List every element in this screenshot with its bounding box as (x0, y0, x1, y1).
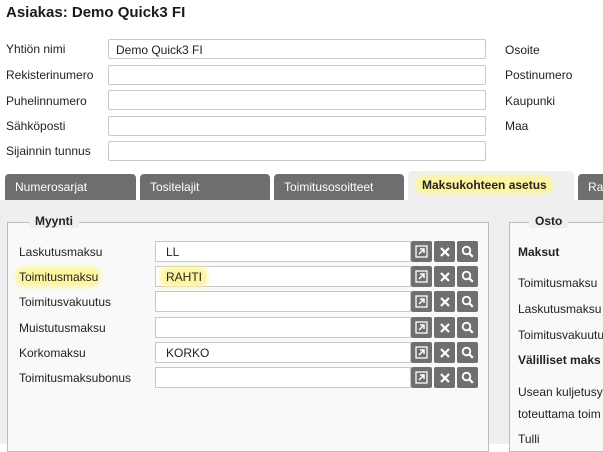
myynti-legend: Myynti (29, 214, 80, 228)
open-button[interactable] (411, 266, 432, 287)
location-id-label: Sijainnin tunnus (6, 144, 91, 158)
delivery-fee-input[interactable]: RAHTI (155, 266, 411, 287)
search-button[interactable] (457, 266, 478, 287)
postal-code-label: Postinumero (505, 68, 573, 82)
search-icon (461, 295, 474, 308)
search-icon (461, 371, 474, 384)
delivery-insurance-input[interactable] (155, 291, 411, 312)
delivery-fee-bonus-value (163, 371, 169, 385)
email-input[interactable] (108, 116, 486, 136)
tab-numerosarjat[interactable]: Numerosarjat (5, 174, 136, 200)
open-button[interactable] (411, 342, 432, 363)
clear-button[interactable] (434, 367, 455, 388)
tab-label: Maksukohteen asetus (418, 178, 551, 192)
registration-number-input[interactable] (108, 65, 486, 85)
tab-label: Toimitusosoitteet (284, 180, 374, 194)
page-title: Asiakas: Demo Quick3 FI (6, 4, 186, 21)
search-button[interactable] (457, 367, 478, 388)
city-label: Kaupunki (505, 94, 556, 108)
delivery-fee-value: RAHTI (163, 270, 205, 284)
osto-invoicing-fee-label: Laskutusmaksu (518, 302, 602, 316)
open-icon (415, 371, 428, 384)
tab-label: Numerosarjat (15, 180, 88, 194)
clear-button[interactable] (434, 342, 455, 363)
open-icon (415, 346, 428, 359)
search-button[interactable] (457, 342, 478, 363)
open-button[interactable] (411, 291, 432, 312)
email-label: Sähköposti (6, 119, 66, 133)
tab-ra[interactable]: Ra (578, 174, 603, 200)
osto-maksut-heading: Maksut (518, 245, 560, 259)
reminder-fee-label: Muistutusmaksu (19, 321, 106, 335)
osto-multi-carrier-label-cont: toteuttama toim (518, 407, 601, 421)
osto-legend: Osto (529, 214, 569, 228)
open-button[interactable] (411, 317, 432, 338)
phone-number-label: Puhelinnumero (6, 94, 87, 108)
registration-number-label: Rekisterinumero (6, 68, 94, 82)
close-icon (439, 271, 450, 282)
address-label: Osoite (505, 43, 540, 57)
search-icon (461, 245, 474, 258)
reminder-fee-value (163, 321, 169, 335)
company-name-label: Yhtiön nimi (6, 42, 66, 56)
company-name-input[interactable]: Demo Quick3 FI (108, 39, 486, 59)
open-icon (415, 295, 428, 308)
open-icon (415, 245, 428, 258)
open-icon (415, 270, 428, 283)
osto-multi-carrier-label: Usean kuljetusy (518, 385, 603, 399)
delivery-fee-bonus-input[interactable] (155, 367, 411, 388)
osto-delivery-insurance-label: Toimitusvakuutu (518, 328, 603, 342)
close-icon (439, 296, 450, 307)
delivery-insurance-value (163, 295, 169, 309)
country-label: Maa (505, 119, 529, 133)
open-button[interactable] (411, 367, 432, 388)
location-id-input[interactable] (108, 141, 486, 161)
search-icon (461, 346, 474, 359)
osto-indirect-fees-heading: Välilliset maks (518, 353, 601, 367)
phone-number-input[interactable] (108, 90, 486, 110)
interest-fee-label: Korkomaksu (19, 346, 86, 360)
reminder-fee-input[interactable] (155, 317, 411, 338)
interest-fee-value: KORKO (166, 346, 210, 360)
tab-tositelajit[interactable]: Tositelajit (140, 174, 270, 200)
clear-button[interactable] (434, 241, 455, 262)
osto-delivery-fee-label: Toimitusmaksu (518, 276, 598, 290)
open-button[interactable] (411, 241, 432, 262)
search-icon (461, 321, 474, 334)
close-icon (439, 347, 450, 358)
tab-maksukohteen-asetus[interactable]: Maksukohteen asetus (408, 171, 574, 201)
invoicing-fee-label: Laskutusmaksu (19, 245, 103, 259)
clear-button[interactable] (434, 317, 455, 338)
interest-fee-input[interactable]: KORKO (155, 342, 411, 363)
delivery-insurance-label: Toimitusvakuutus (19, 295, 112, 309)
search-button[interactable] (457, 241, 478, 262)
tab-label: Tositelajit (150, 180, 200, 194)
search-button[interactable] (457, 291, 478, 312)
delivery-fee-bonus-label: Toimitusmaksubonus (19, 371, 132, 385)
invoicing-fee-input[interactable]: LL (155, 241, 411, 262)
tab-label: Ra (588, 180, 603, 194)
close-icon (439, 322, 450, 333)
clear-button[interactable] (434, 266, 455, 287)
search-icon (461, 270, 474, 283)
delivery-fee-label: Toimitusmaksu (19, 270, 99, 284)
close-icon (439, 246, 450, 257)
clear-button[interactable] (434, 291, 455, 312)
open-icon (415, 321, 428, 334)
close-icon (439, 372, 450, 383)
search-button[interactable] (457, 317, 478, 338)
invoicing-fee-value: LL (166, 245, 180, 259)
tab-toimitusosoitteet[interactable]: Toimitusosoitteet (274, 174, 404, 200)
